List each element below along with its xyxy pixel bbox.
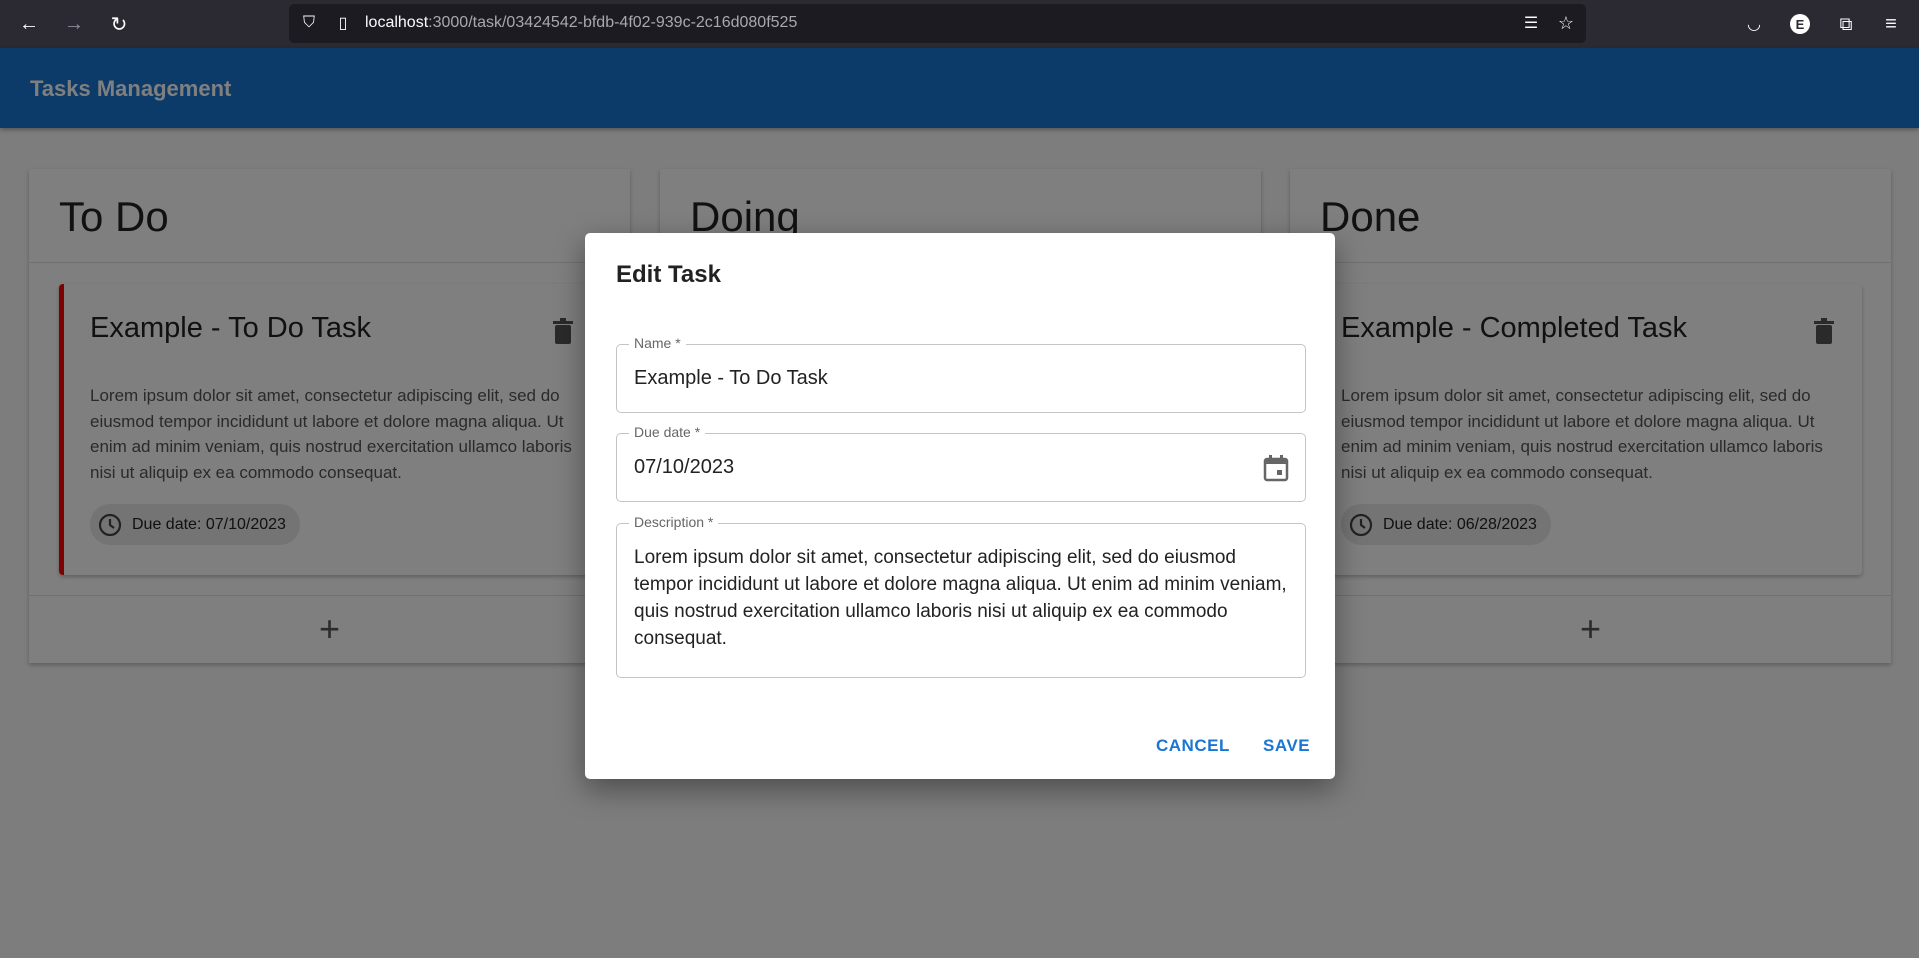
menu-icon[interactable]: ≡	[1879, 12, 1903, 36]
account-icon[interactable]: E	[1788, 12, 1812, 36]
name-field[interactable]: Name * Example - To Do Task	[616, 335, 1306, 413]
reload-icon[interactable]: ↻	[107, 12, 131, 36]
shield-icon[interactable]: ⛉	[297, 11, 321, 35]
page-icon: ▯	[338, 15, 348, 32]
due-date-field[interactable]: Due date * 07/10/2023	[616, 424, 1306, 502]
address-bar[interactable]: ⛉ ▯ localhost:3000/task/03424542-bfdb-4f…	[289, 4, 1586, 43]
dialog-title: Edit Task	[616, 261, 721, 288]
back-icon[interactable]: ←	[17, 12, 41, 36]
url-host: localhost	[365, 14, 429, 31]
cancel-button[interactable]: CANCEL	[1156, 736, 1230, 756]
save-button[interactable]: SAVE	[1263, 736, 1310, 756]
name-label: Name *	[629, 335, 686, 351]
browser-toolbar: ← → ↻ ⛉ ▯ localhost:3000/task/03424542-b…	[0, 0, 1919, 48]
calendar-icon[interactable]	[1263, 454, 1289, 482]
name-input[interactable]: Example - To Do Task	[634, 367, 828, 390]
url-path: :3000/task/03424542-bfdb-4f02-939c-2c16d…	[428, 14, 798, 31]
description-input[interactable]: Lorem ipsum dolor sit amet, consectetur …	[634, 544, 1289, 652]
description-label: Description *	[629, 514, 719, 530]
forward-icon[interactable]: →	[62, 12, 86, 36]
pocket-icon[interactable]: ◡	[1742, 12, 1766, 36]
profile-avatar: E	[1790, 14, 1810, 34]
reader-view-icon[interactable]: ☰	[1519, 11, 1543, 35]
due-date-input[interactable]: 07/10/2023	[634, 456, 734, 479]
edit-task-dialog: Edit Task Name * Example - To Do Task Du…	[585, 233, 1335, 779]
url-text[interactable]: localhost:3000/task/03424542-bfdb-4f02-9…	[365, 14, 797, 32]
extensions-icon[interactable]: ⧉	[1834, 12, 1858, 36]
due-date-label: Due date *	[629, 424, 706, 440]
description-field[interactable]: Description * Lorem ipsum dolor sit amet…	[616, 514, 1306, 678]
bookmark-star-icon[interactable]: ☆	[1554, 11, 1578, 35]
